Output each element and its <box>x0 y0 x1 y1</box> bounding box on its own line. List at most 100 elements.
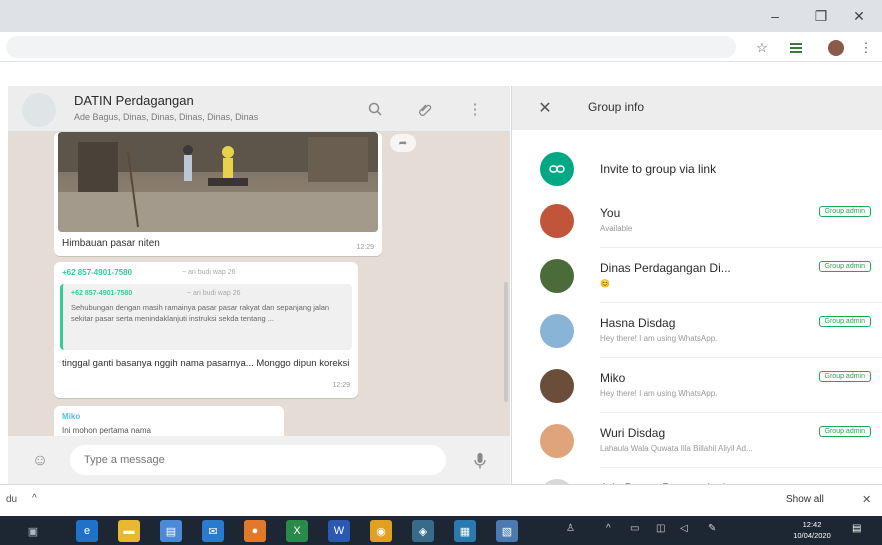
sender-note: ~ ari budi wap 26 <box>182 269 236 276</box>
browser-title-bar: – ❐ ✕ <box>0 0 882 32</box>
group-admin-badge: Group admin <box>818 206 871 217</box>
download-item[interactable]: du <box>6 494 17 505</box>
message-composer: ☺ <box>8 436 510 484</box>
app-icon[interactable]: ▧ <box>496 520 518 542</box>
show-all-button[interactable]: Show all <box>786 494 824 505</box>
message-sender[interactable]: Miko <box>62 412 80 421</box>
forward-icon[interactable]: ➦ <box>390 134 416 152</box>
row-divider <box>600 467 882 468</box>
store-icon[interactable]: ▤ <box>160 520 182 542</box>
close-download-bar-button[interactable]: ✕ <box>862 493 871 506</box>
network-icon[interactable]: ◫ <box>656 523 665 534</box>
participant-status: 😊 <box>600 279 610 288</box>
reply-message[interactable]: +62 857-4901-7580 ~ ari budi wap 26 +62 … <box>54 262 358 398</box>
previous-row-edge <box>512 130 882 134</box>
participant-row[interactable]: Dinas Perdagangan Di... 😊 Group admin <box>512 251 882 303</box>
image-message[interactable]: Himbauan pasar niten 12:29 <box>54 132 382 256</box>
quoted-sender: +62 857-4901-7580 <box>71 290 133 297</box>
excel-icon[interactable]: X <box>286 520 308 542</box>
chrome-icon[interactable]: ◉ <box>370 520 392 542</box>
minimize-button[interactable]: – <box>752 0 798 32</box>
participant-status: Hey there! I am using WhatsApp. <box>600 389 718 398</box>
word-icon[interactable]: W <box>328 520 350 542</box>
avatar[interactable] <box>540 424 574 458</box>
download-bar: du ^ Show all ✕ <box>0 484 882 516</box>
group-info-panel: ✕ Group info Invite to group via link Yo… <box>511 86 882 484</box>
street-photo[interactable] <box>58 132 378 232</box>
message-input[interactable] <box>70 445 446 475</box>
clock-date: 10/04/2020 <box>793 531 831 540</box>
participant-row[interactable]: Ade Bagus Pranoto lusi... <box>512 471 882 484</box>
quoted-sender-note: ~ ari budi wap 26 <box>187 290 241 297</box>
invite-label: Invite to group via link <box>600 162 717 176</box>
group-admin-badge: Group admin <box>818 426 871 437</box>
notifications-icon[interactable]: ▤ <box>852 523 861 534</box>
app-icon[interactable]: ▦ <box>454 520 476 542</box>
active-app-icon[interactable]: ◈ <box>412 520 434 542</box>
microphone-icon[interactable] <box>468 449 492 473</box>
task-view-icon[interactable]: ▣ <box>22 520 44 542</box>
row-divider <box>600 302 882 303</box>
participant-row[interactable]: Hasna Disdag Hey there! I am using WhatsA… <box>512 306 882 358</box>
clock[interactable]: 12:42 10/04/2020 <box>786 519 838 541</box>
extension-icon[interactable] <box>786 38 806 58</box>
chevron-up-icon[interactable]: ^ <box>32 493 37 504</box>
partial-message[interactable]: Miko Ini mohon pertama nama <box>54 406 284 436</box>
quoted-message[interactable]: +62 857-4901-7580 ~ ari budi wap 26 Sehu… <box>60 284 352 350</box>
participant-row[interactable]: You Available Group admin <box>512 196 882 248</box>
link-icon <box>540 152 574 186</box>
file-explorer-icon[interactable]: ▬ <box>118 520 140 542</box>
volume-icon[interactable]: ◁ <box>680 523 688 534</box>
browser-toolbar: ☆ ⋮ <box>0 32 882 62</box>
mail-icon[interactable]: ✉ <box>202 520 224 542</box>
edge-icon[interactable]: e <box>76 520 98 542</box>
participant-status: Available <box>600 224 633 233</box>
close-window-button[interactable]: ✕ <box>836 0 882 32</box>
chat-scrollbar[interactable] <box>504 282 508 402</box>
attach-icon[interactable] <box>414 98 436 120</box>
row-divider <box>600 357 882 358</box>
participant-name: Hasna Disdag <box>600 316 676 330</box>
page-top-gap <box>0 62 882 86</box>
taskbar: ▣ e ▬ ▤ ✉ ● X W ◉ ◈ ▦ ▧ ♙ ^ ▭ ◫ ◁ ✎ 12:4… <box>0 516 882 545</box>
pen-icon[interactable]: ✎ <box>708 523 716 534</box>
message-text: tinggal ganti basanya nggih nama pasarny… <box>62 358 350 369</box>
clock-time: 12:42 <box>802 520 822 529</box>
photo-caption: Himbauan pasar niten <box>62 238 160 249</box>
chevron-up-icon[interactable]: ^ <box>606 523 611 534</box>
participant-list[interactable]: Invite to group via link You Available Gro… <box>512 130 882 484</box>
avatar[interactable] <box>540 369 574 403</box>
app-icon[interactable]: ● <box>244 520 266 542</box>
battery-icon[interactable]: ▭ <box>630 523 639 534</box>
invite-link-row[interactable]: Invite to group via link <box>512 144 882 196</box>
participant-row[interactable]: Wuri Disdag Lahaula Wala Quwata Illa Bill… <box>512 416 882 468</box>
message-time: 12:29 <box>356 244 374 251</box>
participant-row[interactable]: Miko Hey there! I am using WhatsApp. Group… <box>512 361 882 413</box>
group-avatar[interactable] <box>22 93 56 127</box>
message-list[interactable]: Himbauan pasar niten 12:29 ➦ +62 857-490… <box>8 132 510 436</box>
group-admin-badge: Group admin <box>818 316 871 327</box>
people-icon[interactable]: ♙ <box>566 523 575 534</box>
chat-title: DATIN Perdagangan <box>74 93 194 108</box>
chat-menu-icon[interactable]: ⋮ <box>464 98 486 120</box>
message-sender[interactable]: +62 857-4901-7580 <box>62 268 132 277</box>
avatar[interactable] <box>540 204 574 238</box>
quoted-text: Sehubungan dengan masih ramainya pasar p… <box>71 303 330 323</box>
close-icon[interactable]: ✕ <box>534 97 556 119</box>
search-icon[interactable] <box>364 98 386 120</box>
menu-icon[interactable]: ⋮ <box>856 38 876 58</box>
avatar[interactable] <box>540 259 574 293</box>
group-admin-badge: Group admin <box>818 261 871 272</box>
emoji-icon[interactable]: ☺ <box>28 449 52 473</box>
participant-name: Dinas Perdagangan Di... <box>600 261 731 275</box>
participant-name: Wuri Disdag <box>600 426 666 440</box>
profile-avatar[interactable] <box>826 38 846 58</box>
chat-header[interactable]: DATIN Perdagangan Ade Bagus, Dinas, Dina… <box>8 86 510 132</box>
address-bar[interactable] <box>6 36 736 58</box>
group-info-header: ✕ Group info <box>512 86 882 130</box>
chat-participants: Ade Bagus, Dinas, Dinas, Dinas, Dinas, D… <box>74 112 259 122</box>
avatar[interactable] <box>540 314 574 348</box>
group-info-title: Group info <box>588 100 645 114</box>
star-icon[interactable]: ☆ <box>752 38 772 58</box>
group-admin-badge: Group admin <box>818 371 871 382</box>
